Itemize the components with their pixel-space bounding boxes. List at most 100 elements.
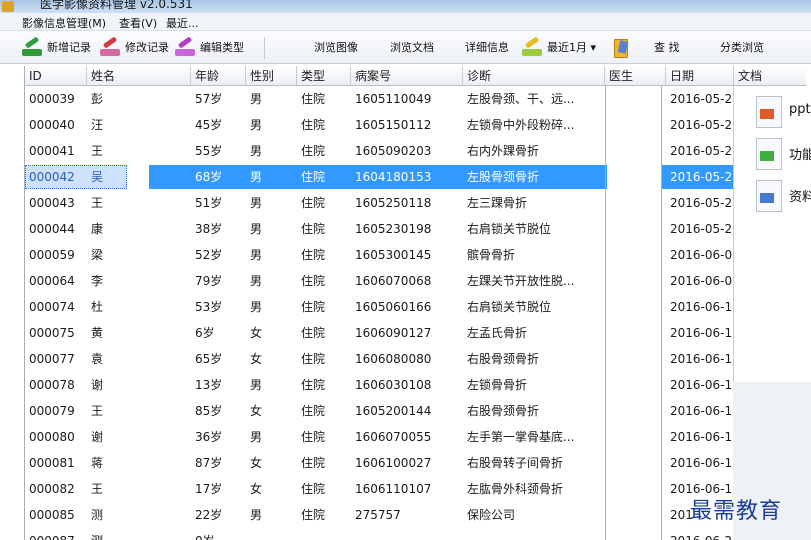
col-header-case-no[interactable]: 病案号 xyxy=(351,66,463,86)
cell-type xyxy=(297,528,301,540)
col-header-name[interactable]: 姓名 xyxy=(87,66,191,86)
add-record-button[interactable]: 新增记录 xyxy=(22,36,91,59)
cell-age: 0岁 xyxy=(191,528,215,540)
cell-name: 蒋 xyxy=(91,456,104,470)
col-header-sex[interactable]: 性别 xyxy=(246,66,297,86)
cell-date: 2016-05-2 xyxy=(670,222,733,236)
document-item[interactable]: 功能 xyxy=(756,138,811,170)
menu-view[interactable]: 查看(V) xyxy=(119,15,157,31)
table-row[interactable]: 000081 蒋 87岁 女 住院 1606100027 右股骨转子间骨折 2016-06-1 xyxy=(25,450,806,476)
cell-diagnosis: 髌骨骨折 xyxy=(467,248,516,262)
col-header-id[interactable]: ID xyxy=(25,66,87,86)
details-button[interactable]: 详细信息 xyxy=(465,37,509,59)
cell-case-no: 1605150112 xyxy=(355,118,432,132)
cell-case-no: 1605090203 xyxy=(355,144,432,158)
cell-case-no: 275757 xyxy=(355,508,401,522)
recent-filter-icon xyxy=(522,36,544,58)
cell-age: 55岁 xyxy=(195,144,223,158)
edit-record-button[interactable]: 修改记录 xyxy=(100,36,169,59)
column-divider xyxy=(661,86,662,540)
book-button[interactable] xyxy=(612,37,634,59)
menu-recent[interactable]: 最近... xyxy=(166,15,199,31)
cell-case-no: 1605060166 xyxy=(355,300,432,314)
cell-age: 45岁 xyxy=(195,118,223,132)
cell-name: 彭 xyxy=(91,92,104,106)
cell-case-no: 1606080080 xyxy=(355,352,432,366)
cell-sex: 男 xyxy=(250,248,263,262)
cell-sex: 男 xyxy=(250,196,263,210)
cell-date: 2016-06-1 xyxy=(670,300,733,314)
document-item[interactable]: 资料 xyxy=(756,180,811,212)
col-header-type[interactable]: 类型 xyxy=(297,66,351,86)
table-header: ID 姓名 年龄 性别 类型 病案号 诊断 医生 日期 文档 xyxy=(25,66,806,86)
cell-type: 住院 xyxy=(301,144,326,158)
col-header-diagnosis[interactable]: 诊断 xyxy=(463,66,605,86)
cell-diagnosis: 左锁骨中外段粉碎... xyxy=(467,118,575,132)
table-row[interactable]: 000079 王 85岁 女 住院 1605200144 右股骨颈骨折 2016-06-1 xyxy=(25,398,806,424)
cell-case-no: 1606100027 xyxy=(355,456,432,470)
table-row[interactable]: 000082 王 17岁女住院 1606110107 左肱骨外科颈骨折 2016-06-1 xyxy=(25,476,806,502)
cell-case-no: 1606030108 xyxy=(355,378,432,392)
table-row[interactable]: 000080 谢 36岁 男 住院 1606070055 左手第一掌骨基底... 2016-0… xyxy=(25,424,806,450)
cell-diagnosis: 右股骨转子间骨折 xyxy=(467,456,564,470)
cell-name: 测 xyxy=(91,508,104,522)
browse-images-button[interactable]: 浏览图像 xyxy=(314,37,358,59)
toolbar: 新增记录 修改记录 编辑类型 浏览图像 浏览文档 详细信息 最近1月 ▾ 查 找… xyxy=(0,31,811,64)
cell-sex xyxy=(246,528,250,540)
cell-case-no: 1604180153 xyxy=(355,170,432,184)
cell-sex: 女 xyxy=(250,352,263,366)
table-row[interactable]: 000087 测 0岁 2016-06-2 xyxy=(25,528,806,540)
cell-diagnosis: 左三踝骨折 xyxy=(467,196,528,210)
document-item[interactable]: ppt xyxy=(756,96,811,128)
table-row[interactable]: 000059 梁 52岁 男 住院 1605300145 髌骨骨折 2016-06-0 xyxy=(25,242,806,268)
doc-file-icon xyxy=(756,180,782,212)
col-header-age[interactable]: 年龄 xyxy=(191,66,246,86)
cell-case-no: 1606090127 xyxy=(355,326,432,340)
window-title: 医学影像资料管理 v2.0.531 xyxy=(40,0,193,11)
cell-id: 000080 xyxy=(29,430,75,444)
cell-diagnosis: 左肱骨外科颈骨折 xyxy=(467,482,564,496)
table-row[interactable]: 000078 谢 13岁 男 住院 1606030108 左锁骨骨折 2016-06-1 xyxy=(25,372,806,398)
category-browse-button[interactable]: 分类浏览 xyxy=(720,37,764,59)
table-row[interactable]: 000043 王 51岁 男 住院 1605250118 左三踝骨折 2016-05-2 xyxy=(25,190,806,216)
col-header-docs[interactable]: 文档 xyxy=(734,66,806,86)
table-row[interactable]: 000075 黄 6岁 女 住院 1606090127 左孟氏骨折 2016-06-1 xyxy=(25,320,806,346)
cell-type: 住院 xyxy=(301,404,326,418)
cell-case-no: 1606110107 xyxy=(355,482,432,496)
cell-sex: 女 xyxy=(250,326,263,340)
table-row[interactable]: 000044 康 38岁 男 住院 1605230198 右肩锁关节脱位 2016-05-2 xyxy=(25,216,806,242)
cell-type: 住院 xyxy=(301,378,326,392)
table-row[interactable]: 000042 吴 68岁 男 住院 1604180153 左股骨颈骨折 2016-05-2 xyxy=(25,164,806,190)
table-row[interactable]: 000077 袁 65岁 女 住院 1606080080 右股骨颈骨折 2016-06-1 xyxy=(25,346,806,372)
cell-diagnosis: 右股骨颈骨折 xyxy=(467,352,540,366)
cell-case-no: 1605200144 xyxy=(355,404,432,418)
cell-id: 000075 xyxy=(29,326,75,340)
menu-image-info[interactable]: 影像信息管理(M) xyxy=(22,15,106,31)
document-label: 资料 xyxy=(789,190,811,205)
col-header-doctor[interactable]: 医生 xyxy=(605,66,666,86)
cell-id: 000082 xyxy=(29,482,75,496)
recent-filter-dropdown[interactable]: 最近1月 ▾ xyxy=(522,36,596,59)
records-table: ID 姓名 年龄 性别 类型 病案号 诊断 医生 日期 文档 000039 彭 57… xyxy=(24,66,806,540)
cell-name: 谢 xyxy=(91,378,104,392)
table-row[interactable]: 000041 王 55岁 男 住院 1605090203 右内外踝骨折 2016-05-2 xyxy=(25,138,806,164)
cell-type: 住院 xyxy=(301,482,326,496)
table-row[interactable]: 000040 汪 45岁 男 住院 1605150112 左锁骨中外段粉碎... 2016-0… xyxy=(25,112,806,138)
col-header-date[interactable]: 日期 xyxy=(666,66,734,86)
edit-type-button[interactable]: 编辑类型 xyxy=(175,36,244,59)
cell-diagnosis: 左踝关节开放性脱... xyxy=(467,274,575,288)
cell-id: 000040 xyxy=(29,118,75,132)
table-row[interactable]: 000064 李 79岁 男 住院 1606070068 左踝关节开放性脱... 2016-0… xyxy=(25,268,806,294)
cell-sex: 女 xyxy=(250,456,263,470)
table-row[interactable]: 000085 测 22岁 男 住院 275757 保险公司 201 xyxy=(25,502,806,528)
cell-date: 2016-06-2 xyxy=(666,528,732,540)
cell-type: 住院 xyxy=(301,170,326,184)
cell-id: 000043 xyxy=(29,196,75,210)
cell-sex: 男 xyxy=(250,300,263,314)
table-row[interactable]: 000039 彭 57岁 男 住院 1605110049 左股骨颈、干、远... 2016-0… xyxy=(25,86,806,112)
cell-diagnosis: 左手第一掌骨基底... xyxy=(467,430,575,444)
cell-name: 梁 xyxy=(91,248,104,262)
browse-docs-button[interactable]: 浏览文档 xyxy=(390,37,434,59)
table-row[interactable]: 000074 杜 53岁 男 住院 1605060166 右肩锁关节脱位 2016-06-1 xyxy=(25,294,806,320)
search-button[interactable]: 查 找 xyxy=(654,37,680,59)
